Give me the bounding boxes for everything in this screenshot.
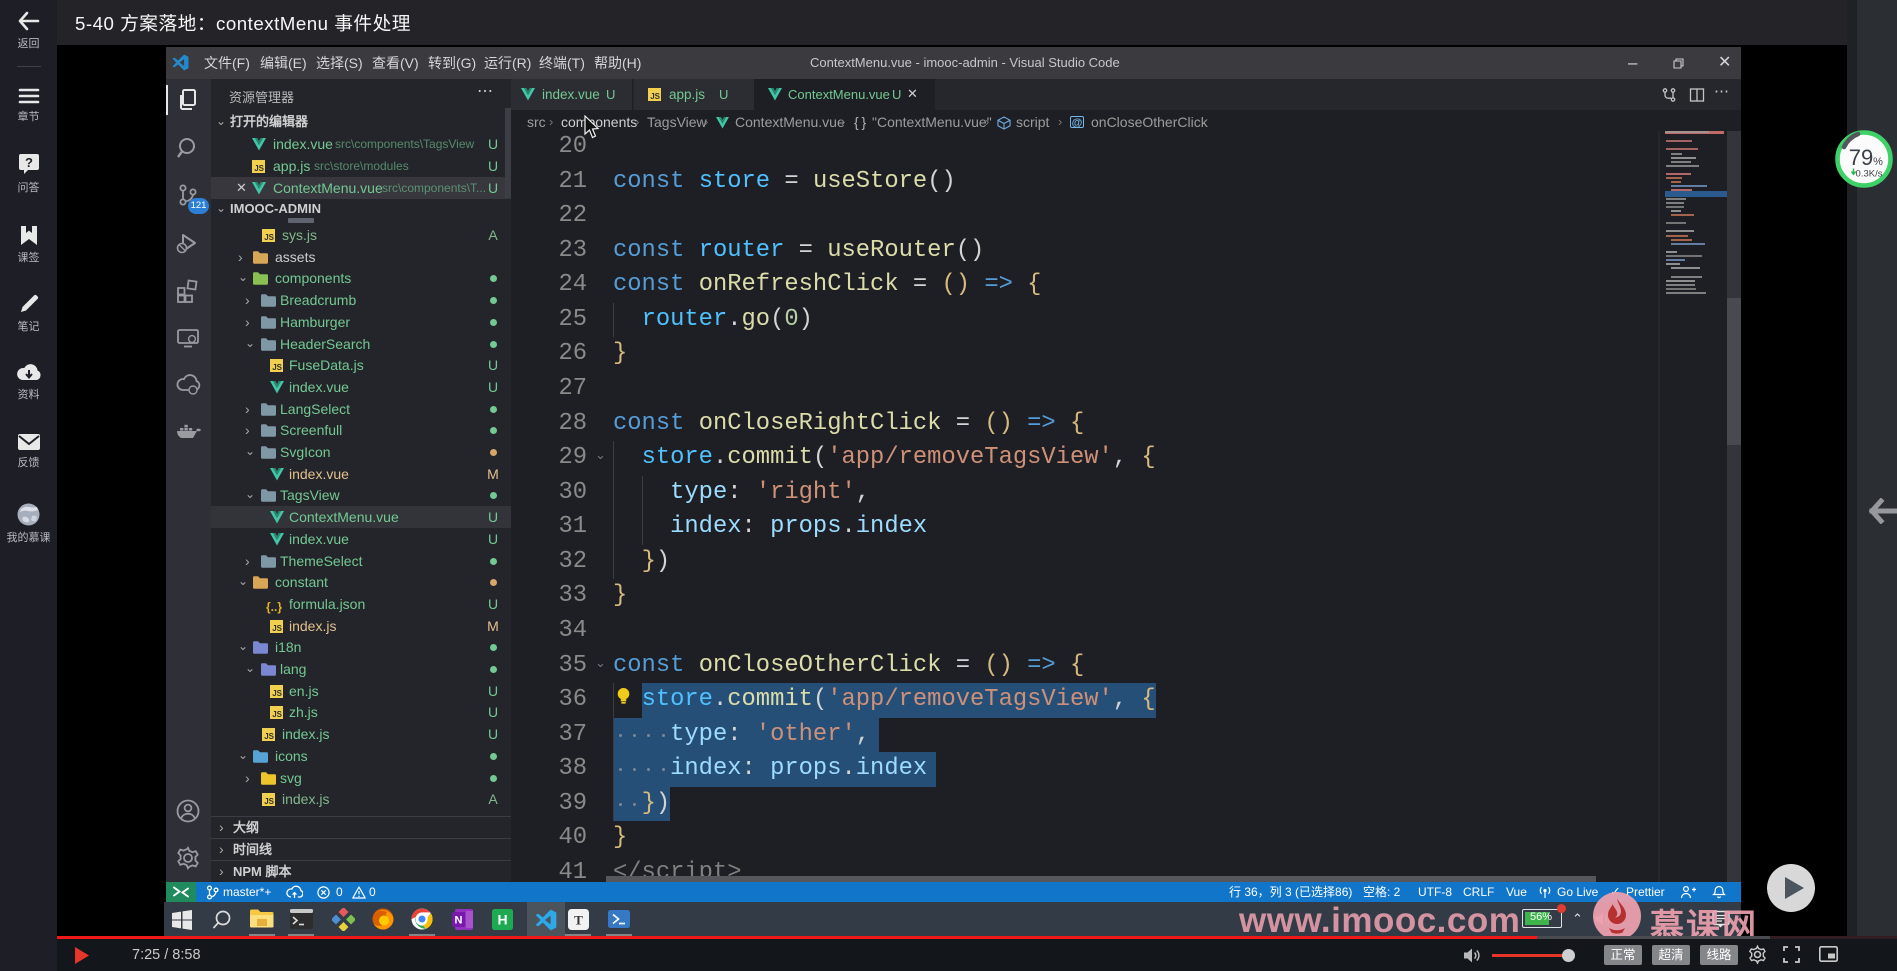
svg-text:H: H	[497, 912, 507, 928]
svg-text:79: 79	[1849, 145, 1873, 170]
svg-text:%: %	[1873, 156, 1883, 168]
svg-text:T: T	[574, 913, 583, 928]
svg-text:0.3K/s: 0.3K/s	[1856, 169, 1883, 180]
svg-text:N: N	[455, 915, 463, 927]
svg-text:?: ?	[25, 155, 33, 170]
